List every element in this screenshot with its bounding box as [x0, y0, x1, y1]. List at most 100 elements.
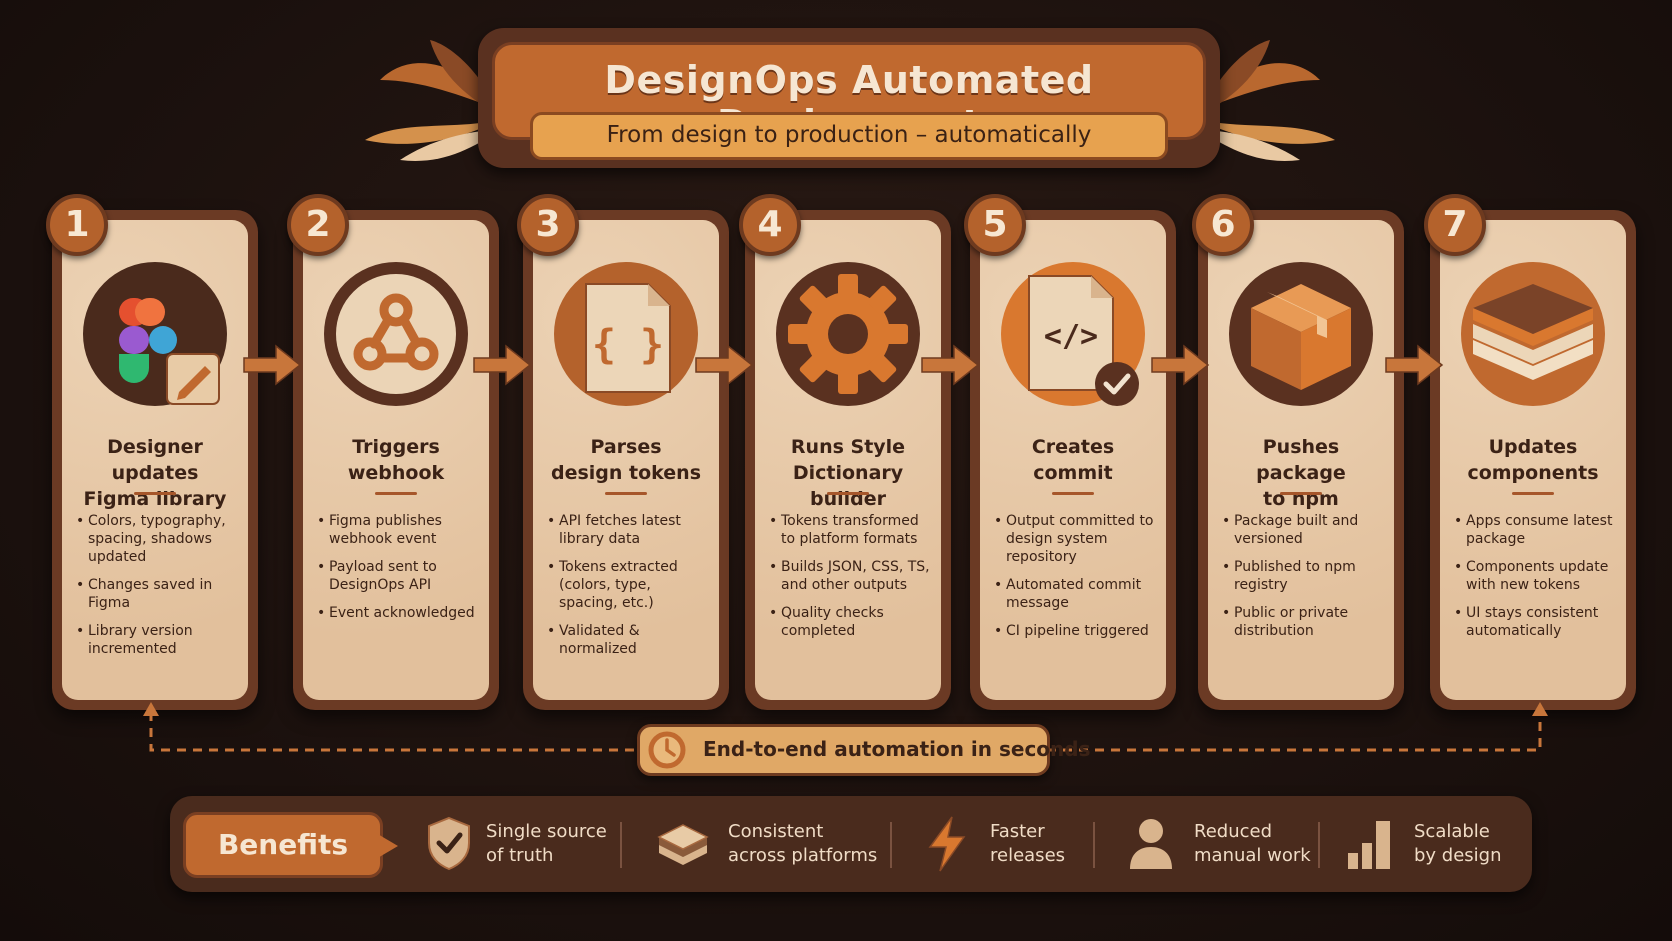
flow-arrow-icon: [1385, 344, 1444, 386]
benefit-line: Single source: [486, 821, 607, 842]
title-divider: [1280, 492, 1322, 495]
step-title-line: Pushes package: [1256, 436, 1346, 484]
step-bullet: Figma publishes webhook event: [317, 512, 481, 548]
step-card-3: { } Parses design tokens API fetches late…: [517, 194, 729, 710]
benefit-line: Consistent: [728, 821, 824, 842]
clock-icon: [648, 731, 686, 769]
code-file-check-icon: </>: [1001, 262, 1145, 406]
step-bullet: Automated commit message: [994, 576, 1158, 612]
step-number-badge: 3: [517, 194, 579, 256]
step-bullet: Colors, typography, spacing, shadows upd…: [76, 512, 240, 566]
title-divider: [1512, 492, 1554, 495]
step-bullet: Changes saved in Figma: [76, 576, 240, 612]
benefit-line: Scalable: [1414, 821, 1490, 842]
step-title-line: components: [1467, 462, 1599, 484]
package-box-icon: [1229, 262, 1373, 406]
step-title-line: Dictionary builder: [792, 462, 904, 510]
benefit-item-scalable: Scalable by design: [1414, 820, 1502, 868]
step-bullets: Apps consume latest package Components up…: [1454, 512, 1618, 650]
benefit-item-consistent: Consistent across platforms: [728, 820, 877, 868]
step-number-badge: 2: [287, 194, 349, 256]
step-bullet: Tokens extracted (colors, type, spacing,…: [547, 558, 711, 612]
benefit-item-reduced: Reduced manual work: [1194, 820, 1311, 868]
step-number-badge: 1: [46, 194, 108, 256]
layers-icon: [657, 824, 709, 865]
step-title: Pushes package to npm: [1216, 434, 1386, 512]
step-bullets: Figma publishes webhook event Payload sen…: [317, 512, 481, 632]
divider: [1318, 822, 1320, 868]
step-bullet: Tokens transformed to platform formats: [769, 512, 933, 548]
step-bullet: Validated & normalized: [547, 622, 711, 658]
step-card-6: Pushes package to npm Package built and v…: [1192, 194, 1404, 710]
step-bullet: Package built and versioned: [1222, 512, 1386, 548]
title-divider: [827, 492, 869, 495]
step-title: Parses design tokens: [541, 434, 711, 486]
step-bullet: Output committed to design system reposi…: [994, 512, 1158, 566]
step-bullets: API fetches latest library data Tokens ex…: [547, 512, 711, 668]
step-bullet: API fetches latest library data: [547, 512, 711, 548]
step-title: Updates components: [1448, 434, 1618, 486]
automation-label: End-to-end automation in seconds: [703, 737, 1091, 761]
title-divider: [605, 492, 647, 495]
svg-text:</>: </>: [1044, 319, 1098, 354]
step-bullets: Output committed to design system reposi…: [994, 512, 1158, 650]
step-title-line: webhook: [347, 462, 445, 484]
step-card-5: </> Creates commit Output committed to de…: [964, 194, 1176, 710]
step-title: Designer updates Figma library: [70, 434, 240, 512]
step-number-badge: 5: [964, 194, 1026, 256]
step-title: Runs Style Dictionary builder: [763, 434, 933, 512]
step-bullet: Builds JSON, CSS, TS, and other outputs: [769, 558, 933, 594]
benefit-line: across platforms: [728, 845, 878, 866]
step-title: Triggers webhook: [311, 434, 481, 486]
title-divider: [375, 492, 417, 495]
step-title-line: Creates: [1031, 436, 1115, 458]
flow-arrow-icon: [473, 344, 532, 386]
step-title-line: Figma library: [83, 488, 227, 510]
shield-check-icon: [428, 816, 470, 871]
benefit-item-faster: Faster releases: [990, 820, 1065, 868]
step-bullets: Colors, typography, spacing, shadows upd…: [76, 512, 240, 668]
step-number-badge: 4: [739, 194, 801, 256]
divider: [620, 822, 622, 868]
benefits-title: Benefits: [217, 828, 349, 861]
divider: [1093, 822, 1095, 868]
step-number-badge: 7: [1424, 194, 1486, 256]
json-file-icon: { }: [554, 262, 698, 406]
step-number-badge: 6: [1192, 194, 1254, 256]
header: DesignOps Automated Deployment From desi…: [478, 28, 1220, 168]
benefit-item-single-source: Single source of truth: [486, 820, 607, 868]
step-title-line: Updates: [1488, 436, 1578, 458]
flow-arrow-icon: [921, 344, 980, 386]
step-bullet: Event acknowledged: [317, 604, 481, 622]
step-card-7: Updates components Apps consume latest pa…: [1424, 194, 1636, 710]
step-title-line: Runs Style: [790, 436, 906, 458]
step-card-1: Designer updates Figma library Colors, ty…: [46, 194, 258, 710]
svg-text:{ }: { }: [592, 322, 664, 368]
step-title-line: Triggers: [352, 436, 440, 458]
step-card-2: Triggers webhook Figma publishes webhook …: [287, 194, 499, 710]
figma-logo-with-pencil: [83, 262, 227, 406]
webhook-icon: [324, 262, 468, 406]
flow-arrow-icon: [243, 344, 302, 386]
gear-icon: [776, 262, 920, 406]
title-divider: [1052, 492, 1094, 495]
flow-arrow-icon: [695, 344, 754, 386]
step-title-line: design tokens: [550, 462, 702, 484]
step-title-line: Designer updates: [107, 436, 203, 484]
step-bullet: Payload sent to DesignOps API: [317, 558, 481, 594]
step-bullet: Library version incremented: [76, 622, 240, 658]
benefit-line: Faster: [990, 821, 1045, 842]
step-title-line: to npm: [1263, 488, 1339, 510]
divider: [890, 822, 892, 868]
flow-arrow-icon: [1151, 344, 1210, 386]
step-card-4: Runs Style Dictionary builder Tokens tran…: [739, 194, 951, 710]
title-divider: [134, 492, 176, 495]
lightning-icon: [928, 816, 966, 872]
step-bullets: Tokens transformed to platform formats Bu…: [769, 512, 933, 650]
step-bullets: Package built and versioned Published to …: [1222, 512, 1386, 650]
page-subtitle: From design to production – automaticall…: [606, 122, 1092, 148]
benefit-line: Reduced: [1194, 821, 1273, 842]
step-bullet: CI pipeline triggered: [994, 622, 1158, 640]
step-bullet: Published to npm registry: [1222, 558, 1386, 594]
benefit-line: releases: [990, 845, 1066, 866]
